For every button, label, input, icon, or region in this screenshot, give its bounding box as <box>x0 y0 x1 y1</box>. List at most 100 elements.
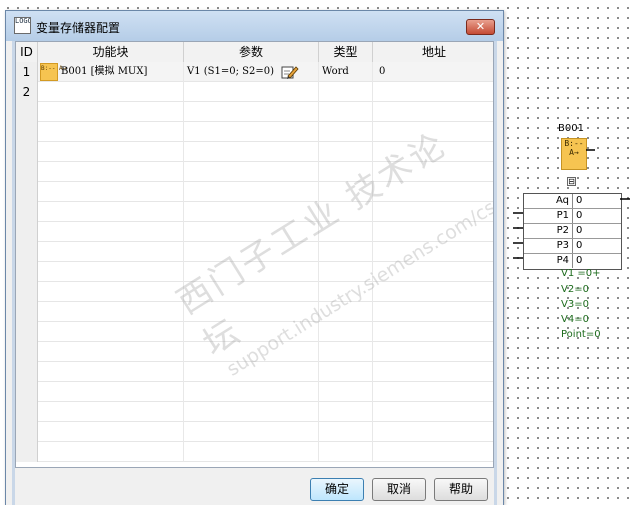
empty-cell[interactable] <box>16 362 38 382</box>
empty-cell[interactable] <box>16 322 38 342</box>
empty-table-row[interactable] <box>16 182 493 202</box>
empty-cell[interactable] <box>38 282 184 302</box>
empty-table-row[interactable] <box>16 422 493 442</box>
empty-cell[interactable] <box>38 342 184 362</box>
empty-cell[interactable] <box>38 122 184 142</box>
empty-cell[interactable] <box>184 222 319 242</box>
empty-cell[interactable] <box>373 402 493 422</box>
empty-cell[interactable] <box>319 362 373 382</box>
empty-cell[interactable] <box>319 242 373 262</box>
empty-table-row[interactable] <box>16 162 493 182</box>
empty-cell[interactable] <box>373 162 493 182</box>
empty-cell[interactable] <box>38 362 184 382</box>
empty-cell[interactable] <box>319 122 373 142</box>
empty-cell[interactable] <box>184 202 319 222</box>
empty-cell[interactable] <box>38 102 184 122</box>
empty-cell[interactable] <box>38 222 184 242</box>
empty-table-row[interactable] <box>16 282 493 302</box>
empty-table-row[interactable] <box>16 362 493 382</box>
empty-cell[interactable] <box>184 322 319 342</box>
empty-cell[interactable] <box>184 442 319 462</box>
empty-cell[interactable] <box>38 242 184 262</box>
empty-table-row[interactable] <box>16 382 493 402</box>
parameter-cell[interactable] <box>184 82 319 102</box>
analog-mux-block[interactable]: B:-- A→ <box>561 138 587 170</box>
empty-cell[interactable] <box>319 402 373 422</box>
empty-cell[interactable] <box>184 382 319 402</box>
empty-cell[interactable] <box>373 122 493 142</box>
empty-cell[interactable] <box>38 182 184 202</box>
empty-cell[interactable] <box>16 262 38 282</box>
empty-cell[interactable] <box>373 322 493 342</box>
parameter-cell[interactable]: V1 (S1=0; S2=0) <box>184 62 319 82</box>
empty-cell[interactable] <box>16 102 38 122</box>
empty-table-row[interactable] <box>16 342 493 362</box>
empty-cell[interactable] <box>16 382 38 402</box>
empty-cell[interactable] <box>38 442 184 462</box>
empty-cell[interactable] <box>373 282 493 302</box>
empty-cell[interactable] <box>16 122 38 142</box>
column-header-id[interactable]: ID <box>16 42 38 62</box>
empty-cell[interactable] <box>16 442 38 462</box>
title-bar[interactable]: LOGO 变量存储器配置 ✕ <box>6 11 503 41</box>
empty-cell[interactable] <box>184 342 319 362</box>
empty-cell[interactable] <box>16 222 38 242</box>
empty-cell[interactable] <box>319 202 373 222</box>
empty-cell[interactable] <box>16 302 38 322</box>
ok-button[interactable]: 确定 <box>310 478 364 501</box>
empty-cell[interactable] <box>184 402 319 422</box>
empty-cell[interactable] <box>184 102 319 122</box>
empty-cell[interactable] <box>184 162 319 182</box>
close-button[interactable]: ✕ <box>466 19 495 35</box>
column-header-type[interactable]: 类型 <box>319 42 373 62</box>
empty-table-row[interactable] <box>16 442 493 462</box>
empty-cell[interactable] <box>319 282 373 302</box>
column-header-function-block[interactable]: 功能块 <box>38 42 184 62</box>
type-cell[interactable]: Word <box>319 62 373 82</box>
empty-cell[interactable] <box>373 422 493 442</box>
collapse-icon[interactable]: ⊟ <box>567 177 576 186</box>
empty-cell[interactable] <box>319 222 373 242</box>
empty-cell[interactable] <box>184 302 319 322</box>
empty-cell[interactable] <box>373 182 493 202</box>
empty-table-row[interactable] <box>16 142 493 162</box>
column-header-parameter[interactable]: 参数 <box>184 42 319 62</box>
empty-cell[interactable] <box>184 282 319 302</box>
function-block-cell[interactable]: B:-- A→B001 [模拟 MUX] <box>38 62 184 82</box>
type-cell[interactable] <box>319 82 373 102</box>
empty-cell[interactable] <box>16 182 38 202</box>
empty-cell[interactable] <box>319 162 373 182</box>
empty-cell[interactable] <box>373 202 493 222</box>
edit-pencil-icon[interactable] <box>281 64 299 80</box>
empty-cell[interactable] <box>319 262 373 282</box>
empty-cell[interactable] <box>16 402 38 422</box>
empty-cell[interactable] <box>373 362 493 382</box>
empty-table-row[interactable] <box>16 242 493 262</box>
empty-cell[interactable] <box>373 142 493 162</box>
empty-cell[interactable] <box>38 422 184 442</box>
empty-cell[interactable] <box>38 322 184 342</box>
empty-cell[interactable] <box>16 242 38 262</box>
empty-cell[interactable] <box>16 282 38 302</box>
empty-cell[interactable] <box>319 442 373 462</box>
empty-table-row[interactable] <box>16 322 493 342</box>
cancel-button[interactable]: 取消 <box>372 478 426 501</box>
empty-cell[interactable] <box>319 302 373 322</box>
empty-cell[interactable] <box>184 362 319 382</box>
empty-cell[interactable] <box>184 182 319 202</box>
empty-cell[interactable] <box>319 342 373 362</box>
column-header-address[interactable]: 地址 <box>373 42 493 62</box>
empty-cell[interactable] <box>16 142 38 162</box>
empty-cell[interactable] <box>319 422 373 442</box>
empty-cell[interactable] <box>373 222 493 242</box>
empty-cell[interactable] <box>38 162 184 182</box>
empty-table-row[interactable] <box>16 262 493 282</box>
empty-cell[interactable] <box>319 382 373 402</box>
empty-cell[interactable] <box>16 342 38 362</box>
empty-cell[interactable] <box>38 382 184 402</box>
empty-table-row[interactable] <box>16 202 493 222</box>
table-row[interactable]: 1 B:-- A→B001 [模拟 MUX] V1 (S1=0; S2=0) W… <box>16 62 493 82</box>
address-cell[interactable]: 0 <box>373 62 493 82</box>
address-cell[interactable] <box>373 82 493 102</box>
empty-cell[interactable] <box>319 142 373 162</box>
